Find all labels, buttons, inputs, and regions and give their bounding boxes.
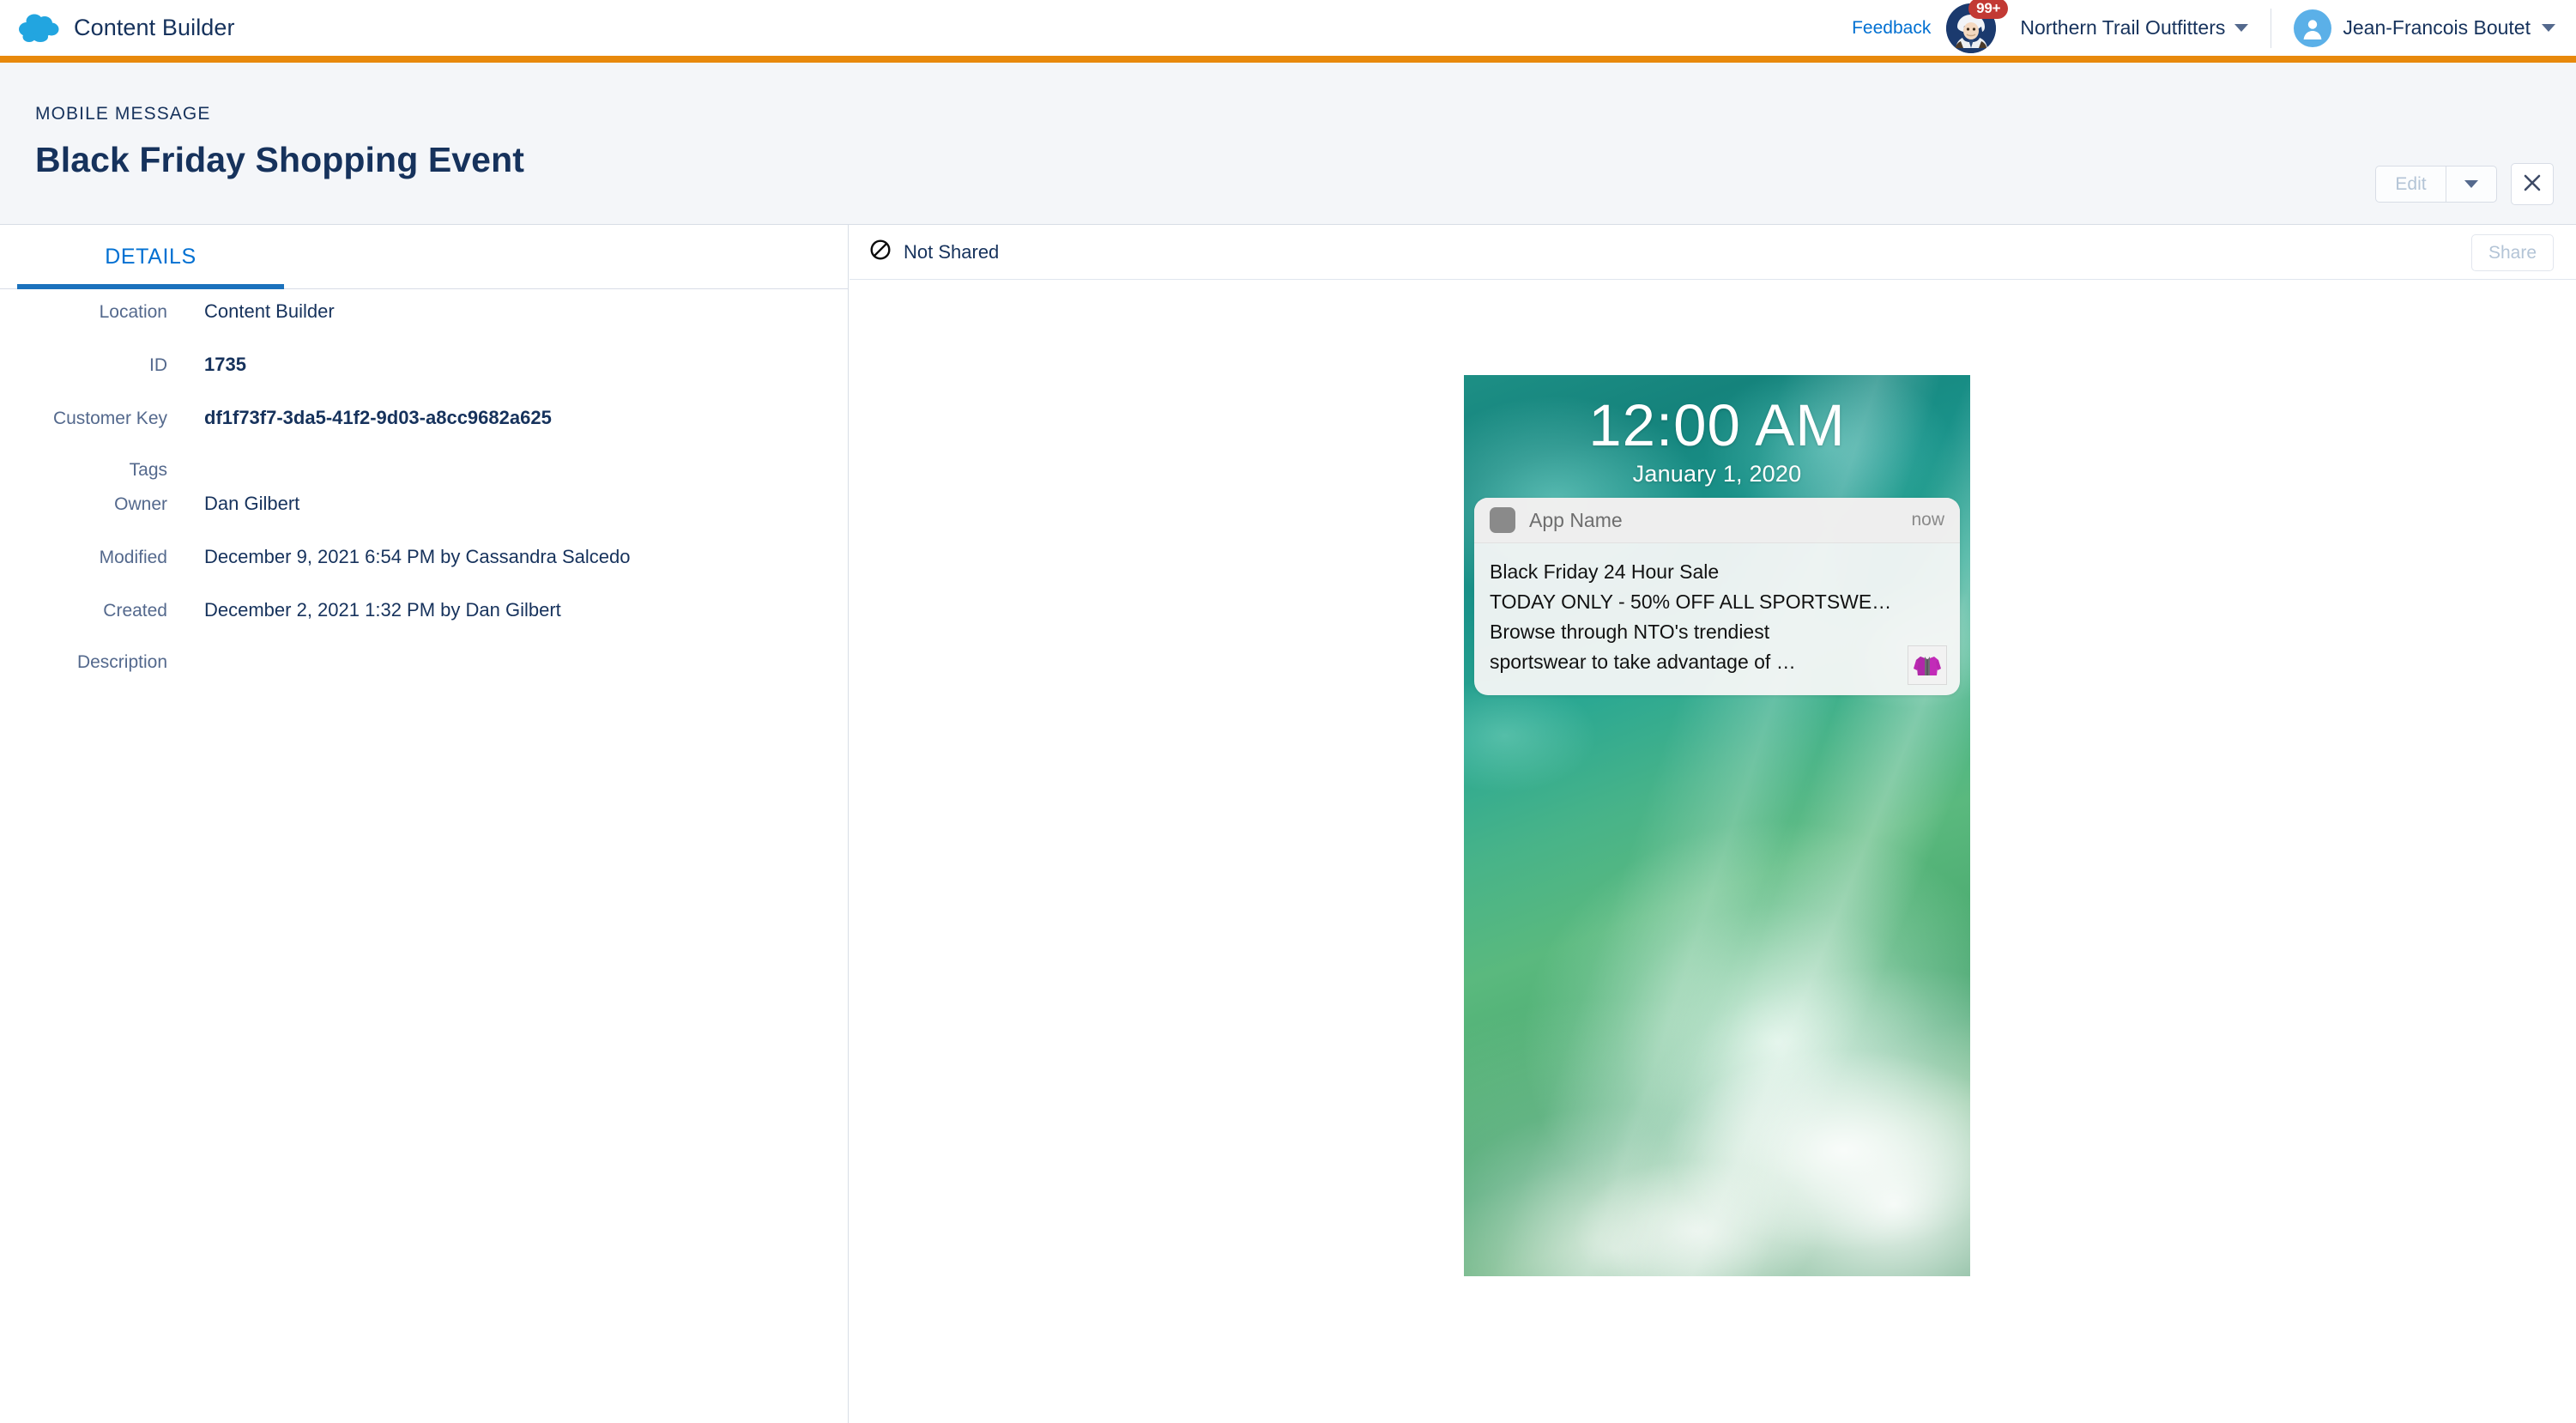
edit-menu-button[interactable] (2446, 166, 2497, 203)
phone-preview: 12:00 AM January 1, 2020 App Name now Bl… (1464, 375, 1970, 1276)
app-title: Content Builder (74, 15, 235, 40)
field-label: Tags (129, 460, 167, 480)
phone-preview-stage: 12:00 AM January 1, 2020 App Name now Bl… (850, 280, 2576, 1421)
notification-app-name: App Name (1529, 508, 1623, 531)
notification-header: App Name now (1474, 498, 1960, 543)
app-brand[interactable]: Content Builder (17, 12, 235, 45)
notification-body: Black Friday 24 Hour Sale TODAY ONLY - 5… (1474, 543, 1960, 695)
field-label: Customer Key (52, 409, 167, 428)
org-switcher[interactable]: Northern Trail Outfitters (2020, 8, 2272, 48)
notification-count-badge: 99+ (1968, 0, 2009, 20)
chevron-down-icon (2464, 180, 2478, 188)
brand-accent-rule (0, 56, 2576, 63)
field-label: Description (76, 652, 167, 672)
details-panel: DETAILS Location Content Builder ID 1735… (0, 225, 849, 1423)
notification-line: Browse through NTO's trendiest (1490, 620, 1770, 643)
salesforce-cloud-icon (17, 12, 60, 45)
field-label: Location (99, 302, 167, 322)
field-row-description: Description (0, 652, 848, 704)
lockscreen-clock: 12:00 AM January 1, 2020 (1464, 392, 1970, 487)
field-value: df1f73f7-3da5-41f2-9d03-a8cc9682a625 (204, 407, 552, 428)
share-status: Not Shared (869, 239, 999, 265)
details-tabbar: DETAILS (0, 225, 848, 289)
feedback-link[interactable]: Feedback (1852, 18, 1931, 39)
field-value: 1735 (204, 354, 246, 375)
field-row-created: Created December 2, 2021 1:32 PM by Dan … (0, 599, 848, 652)
app-placeholder-icon (1490, 507, 1515, 533)
field-value: December 9, 2021 6:54 PM by Cassandra Sa… (204, 546, 631, 567)
details-field-list: Location Content Builder ID 1735 Custome… (0, 289, 848, 704)
preview-panel: Not Shared Share 12:00 AM January 1, 202… (850, 225, 2576, 1423)
lockscreen-time: 12:00 AM (1588, 392, 1846, 458)
purple-jacket-thumbnail (1908, 645, 1947, 685)
field-row-owner: Owner Dan Gilbert (0, 493, 848, 546)
field-row-location: Location Content Builder (0, 300, 848, 354)
user-menu[interactable]: Jean-Francois Boutet (2294, 9, 2555, 47)
org-name: Northern Trail Outfitters (2020, 16, 2226, 39)
tab-details[interactable]: DETAILS (17, 225, 284, 289)
not-shared-icon (869, 239, 892, 265)
field-row-customer-key: Customer Key df1f73f7-3da5-41f2-9d03-a8c… (0, 407, 848, 460)
field-value: Content Builder (204, 300, 335, 322)
field-row-tags: Tags (0, 460, 848, 493)
share-button[interactable]: Share (2471, 234, 2554, 271)
user-name: Jean-Francois Boutet (2343, 16, 2531, 39)
notification-line: sportswear to take advantage of … (1490, 650, 1796, 673)
chevron-down-icon (2234, 24, 2249, 32)
record-header: MOBILE MESSAGE Black Friday Shopping Eve… (0, 63, 2576, 225)
edit-button-group: Edit (2375, 166, 2497, 203)
notification-timestamp: now (1911, 510, 1944, 530)
global-header: Content Builder Feedback 99+ Northern Tr… (0, 0, 2576, 56)
close-button[interactable] (2511, 163, 2554, 205)
field-label: ID (149, 355, 167, 375)
field-row-modified: Modified December 9, 2021 6:54 PM by Cas… (0, 546, 848, 599)
field-label: Owner (114, 494, 167, 514)
user-avatar-icon (2294, 9, 2332, 47)
push-notification-card: App Name now Black Friday 24 Hour Sale T… (1474, 498, 1960, 695)
field-label: Modified (99, 548, 167, 567)
field-row-id: ID 1735 (0, 354, 848, 407)
close-icon (2523, 173, 2542, 195)
page-title: Black Friday Shopping Event (35, 140, 524, 179)
record-action-buttons: Edit (2375, 163, 2554, 205)
notification-line: TODAY ONLY - 50% OFF ALL SPORTSWE… (1490, 590, 1892, 613)
share-status-bar: Not Shared Share (850, 225, 2576, 280)
lockscreen-date: January 1, 2020 (1632, 461, 1802, 487)
field-value: December 2, 2021 1:32 PM by Dan Gilbert (204, 599, 561, 621)
notification-line: Black Friday 24 Hour Sale (1490, 560, 1720, 583)
share-status-label: Not Shared (904, 240, 1000, 263)
edit-button[interactable]: Edit (2375, 166, 2446, 203)
field-label: Created (103, 601, 167, 621)
einstein-assistant-button[interactable]: 99+ (1946, 0, 2009, 53)
record-type-label: MOBILE MESSAGE (35, 104, 211, 124)
chevron-down-icon (2542, 24, 2555, 32)
field-value: Dan Gilbert (204, 493, 300, 514)
header-right-cluster: Feedback 99+ Northern Trail Outfitters J… (1852, 0, 2576, 56)
